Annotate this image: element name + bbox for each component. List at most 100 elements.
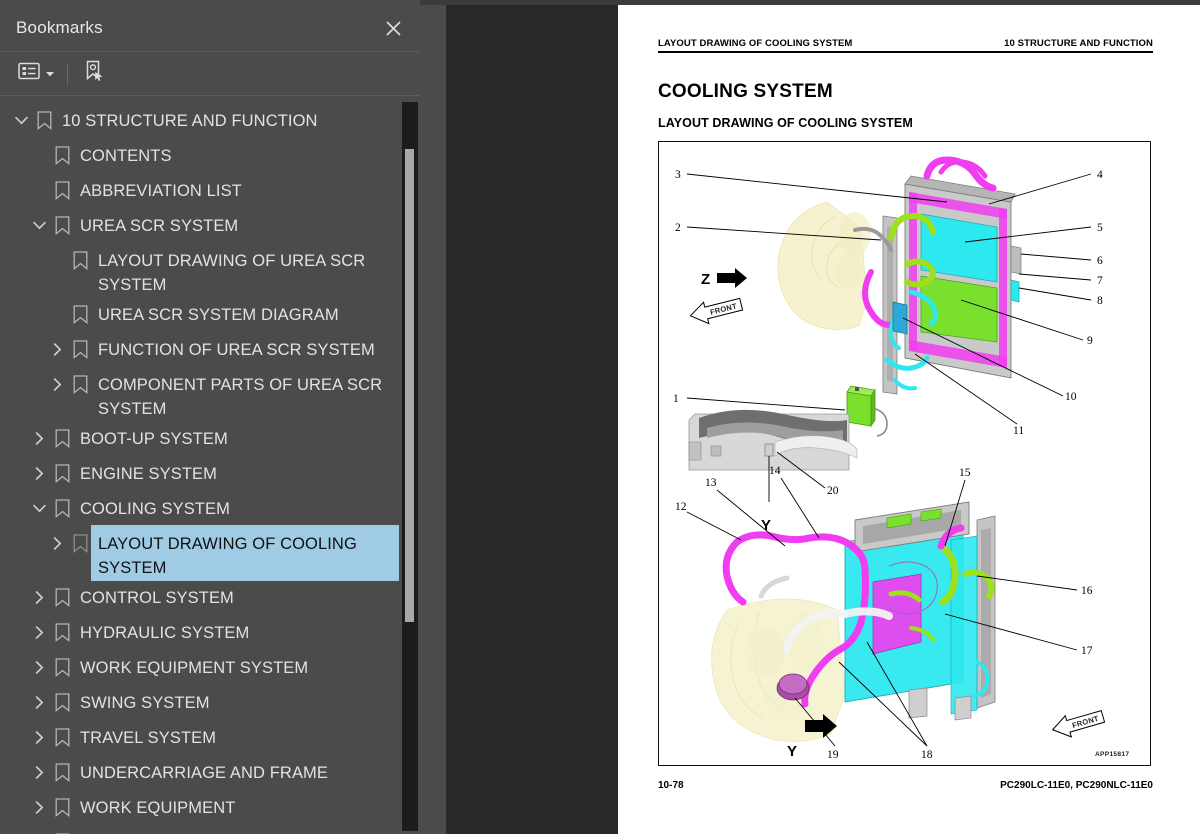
bookmarks-scrollbar-thumb[interactable] [405, 149, 414, 622]
chevron-down-icon [45, 65, 55, 83]
bookmark-item[interactable]: SWING SYSTEM [0, 685, 420, 720]
bookmark-item[interactable]: TRAVEL SYSTEM [0, 720, 420, 755]
bookmark-item[interactable]: 10 STRUCTURE AND FUNCTION [0, 103, 420, 138]
bookmark-icon [50, 580, 74, 615]
bookmark-item-label: FUNCTION OF UREA SCR SYSTEM [98, 341, 375, 359]
bookmark-icon [50, 825, 74, 834]
chevron-right-icon[interactable] [28, 650, 50, 685]
callout-10: 10 [1065, 391, 1077, 403]
callout-16: 16 [1081, 585, 1093, 597]
list-options-icon [18, 62, 40, 85]
bookmark-item[interactable]: FUNCTION OF UREA SCR SYSTEM [0, 332, 420, 367]
chevron-right-icon[interactable] [28, 825, 50, 834]
engine-ghost-top [777, 201, 871, 330]
page-content: LAYOUT DRAWING OF COOLING SYSTEM 10 STRU… [658, 38, 1153, 810]
bookmark-item[interactable]: BOOT-UP SYSTEM [0, 421, 420, 456]
bookmark-item[interactable]: LAYOUT DRAWING OF COOLING SYSTEM [0, 526, 420, 580]
callout-4: 4 [1097, 169, 1103, 181]
bookmark-icon [68, 332, 92, 367]
front-orientation-arrow-top: FRONT [689, 297, 744, 325]
bookmark-item-label: LAYOUT DRAWING OF UREA SCR SYSTEM [98, 252, 370, 294]
chevron-placeholder [28, 173, 50, 208]
footer-model-number: PC290LC-11E0, PC290NLC-11E0 [1000, 780, 1153, 791]
chevron-placeholder [28, 138, 50, 173]
chevron-placeholder [46, 243, 68, 278]
bookmark-item[interactable]: ENGINE SYSTEM [0, 456, 420, 491]
chevron-right-icon[interactable] [28, 421, 50, 456]
bookmark-item-label: CAB AND ITS ATTACHMENTS [74, 825, 310, 834]
bookmarks-panel-header: Bookmarks [0, 5, 420, 52]
bookmark-item-label: LAYOUT DRAWING OF COOLING SYSTEM [92, 526, 398, 580]
chevron-right-icon[interactable] [28, 456, 50, 491]
chevron-down-icon[interactable] [10, 103, 32, 138]
bookmark-item[interactable]: LAYOUT DRAWING OF UREA SCR SYSTEM [0, 243, 420, 297]
new-bookmark-button[interactable] [82, 59, 106, 89]
bookmark-icon [68, 243, 92, 278]
bookmark-item[interactable]: HYDRAULIC SYSTEM [0, 615, 420, 650]
bookmark-item[interactable]: UREA SCR SYSTEM [0, 208, 420, 243]
callout-3: 3 [675, 169, 681, 181]
bookmark-icon [50, 208, 74, 243]
pdf-page: LAYOUT DRAWING OF COOLING SYSTEM 10 STRU… [618, 5, 1200, 834]
chevron-right-icon[interactable] [46, 367, 68, 402]
callout-11: 11 [1013, 425, 1024, 437]
page-title: COOLING SYSTEM [658, 81, 833, 102]
bookmarks-panel: Bookmarks 10 STRUCTURE AND FUNCTION CONT… [0, 5, 420, 834]
chevron-right-icon[interactable] [28, 615, 50, 650]
bookmarks-tree[interactable]: 10 STRUCTURE AND FUNCTION CONTENTS ABBREVI… [0, 97, 420, 834]
footer-page-number: 10-78 [658, 780, 684, 791]
bookmark-item[interactable]: UREA SCR SYSTEM DIAGRAM [0, 297, 420, 332]
bookmark-item-label: WORK EQUIPMENT [80, 799, 236, 817]
bookmark-item[interactable]: ABBREVIATION LIST [0, 173, 420, 208]
bookmarks-toolbar [0, 52, 420, 96]
bookmark-icon [50, 650, 74, 685]
chevron-down-icon[interactable] [28, 491, 50, 526]
bookmark-item-label: 10 STRUCTURE AND FUNCTION [62, 112, 318, 130]
callout-20: 20 [827, 485, 839, 497]
component-20-body [764, 443, 774, 457]
bookmark-item[interactable]: UNDERCARRIAGE AND FRAME [0, 755, 420, 790]
bookmark-item[interactable]: COOLING SYSTEM [0, 491, 420, 526]
chevron-down-icon[interactable] [28, 208, 50, 243]
callout-13: 13 [705, 477, 717, 489]
bookmark-icon [50, 615, 74, 650]
bookmark-item[interactable]: CAB AND ITS ATTACHMENTS [0, 825, 420, 834]
chevron-right-icon[interactable] [28, 790, 50, 825]
running-header-right: 10 STRUCTURE AND FUNCTION [1004, 38, 1153, 49]
bookmark-options-button[interactable] [18, 59, 55, 89]
chevron-right-icon[interactable] [46, 526, 68, 561]
bookmark-item[interactable]: COMPONENT PARTS OF UREA SCR SYSTEM [0, 367, 420, 421]
bookmark-item[interactable]: WORK EQUIPMENT [0, 790, 420, 825]
bookmark-icon [50, 790, 74, 825]
bookmark-item-label: ENGINE SYSTEM [80, 465, 217, 483]
bookmark-icon [50, 138, 74, 173]
chevron-right-icon[interactable] [28, 720, 50, 755]
bookmark-item[interactable]: CONTROL SYSTEM [0, 580, 420, 615]
bookmark-icon [50, 421, 74, 456]
callout-2: 2 [675, 222, 681, 234]
component-10-body [892, 301, 908, 335]
close-icon[interactable] [380, 15, 406, 41]
document-viewer[interactable]: LAYOUT DRAWING OF COOLING SYSTEM 10 STRU… [446, 5, 1200, 834]
bookmark-icon [32, 103, 56, 138]
callout-19: 19 [827, 749, 839, 761]
bookmarks-panel-title: Bookmarks [16, 18, 103, 37]
bookmark-item-label: CONTENTS [80, 147, 172, 165]
chevron-right-icon[interactable] [46, 332, 68, 367]
bookmark-item-label: SWING SYSTEM [80, 694, 210, 712]
chevron-right-icon[interactable] [28, 685, 50, 720]
radiator-assembly-top [882, 175, 1022, 395]
panel-splitter[interactable] [420, 5, 856, 834]
page-running-header: LAYOUT DRAWING OF COOLING SYSTEM 10 STRU… [658, 38, 1153, 49]
callout-8: 8 [1097, 295, 1103, 307]
bookmark-icon [68, 526, 92, 561]
callout-14: 14 [769, 465, 781, 477]
callout-17: 17 [1081, 645, 1093, 657]
toolbar-divider [67, 62, 68, 85]
bookmark-item[interactable]: WORK EQUIPMENT SYSTEM [0, 650, 420, 685]
bookmark-item[interactable]: CONTENTS [0, 138, 420, 173]
bookmark-item-label: COMPONENT PARTS OF UREA SCR SYSTEM [98, 376, 387, 418]
chevron-right-icon[interactable] [28, 755, 50, 790]
chevron-right-icon[interactable] [28, 580, 50, 615]
callout-18: 18 [921, 749, 933, 761]
